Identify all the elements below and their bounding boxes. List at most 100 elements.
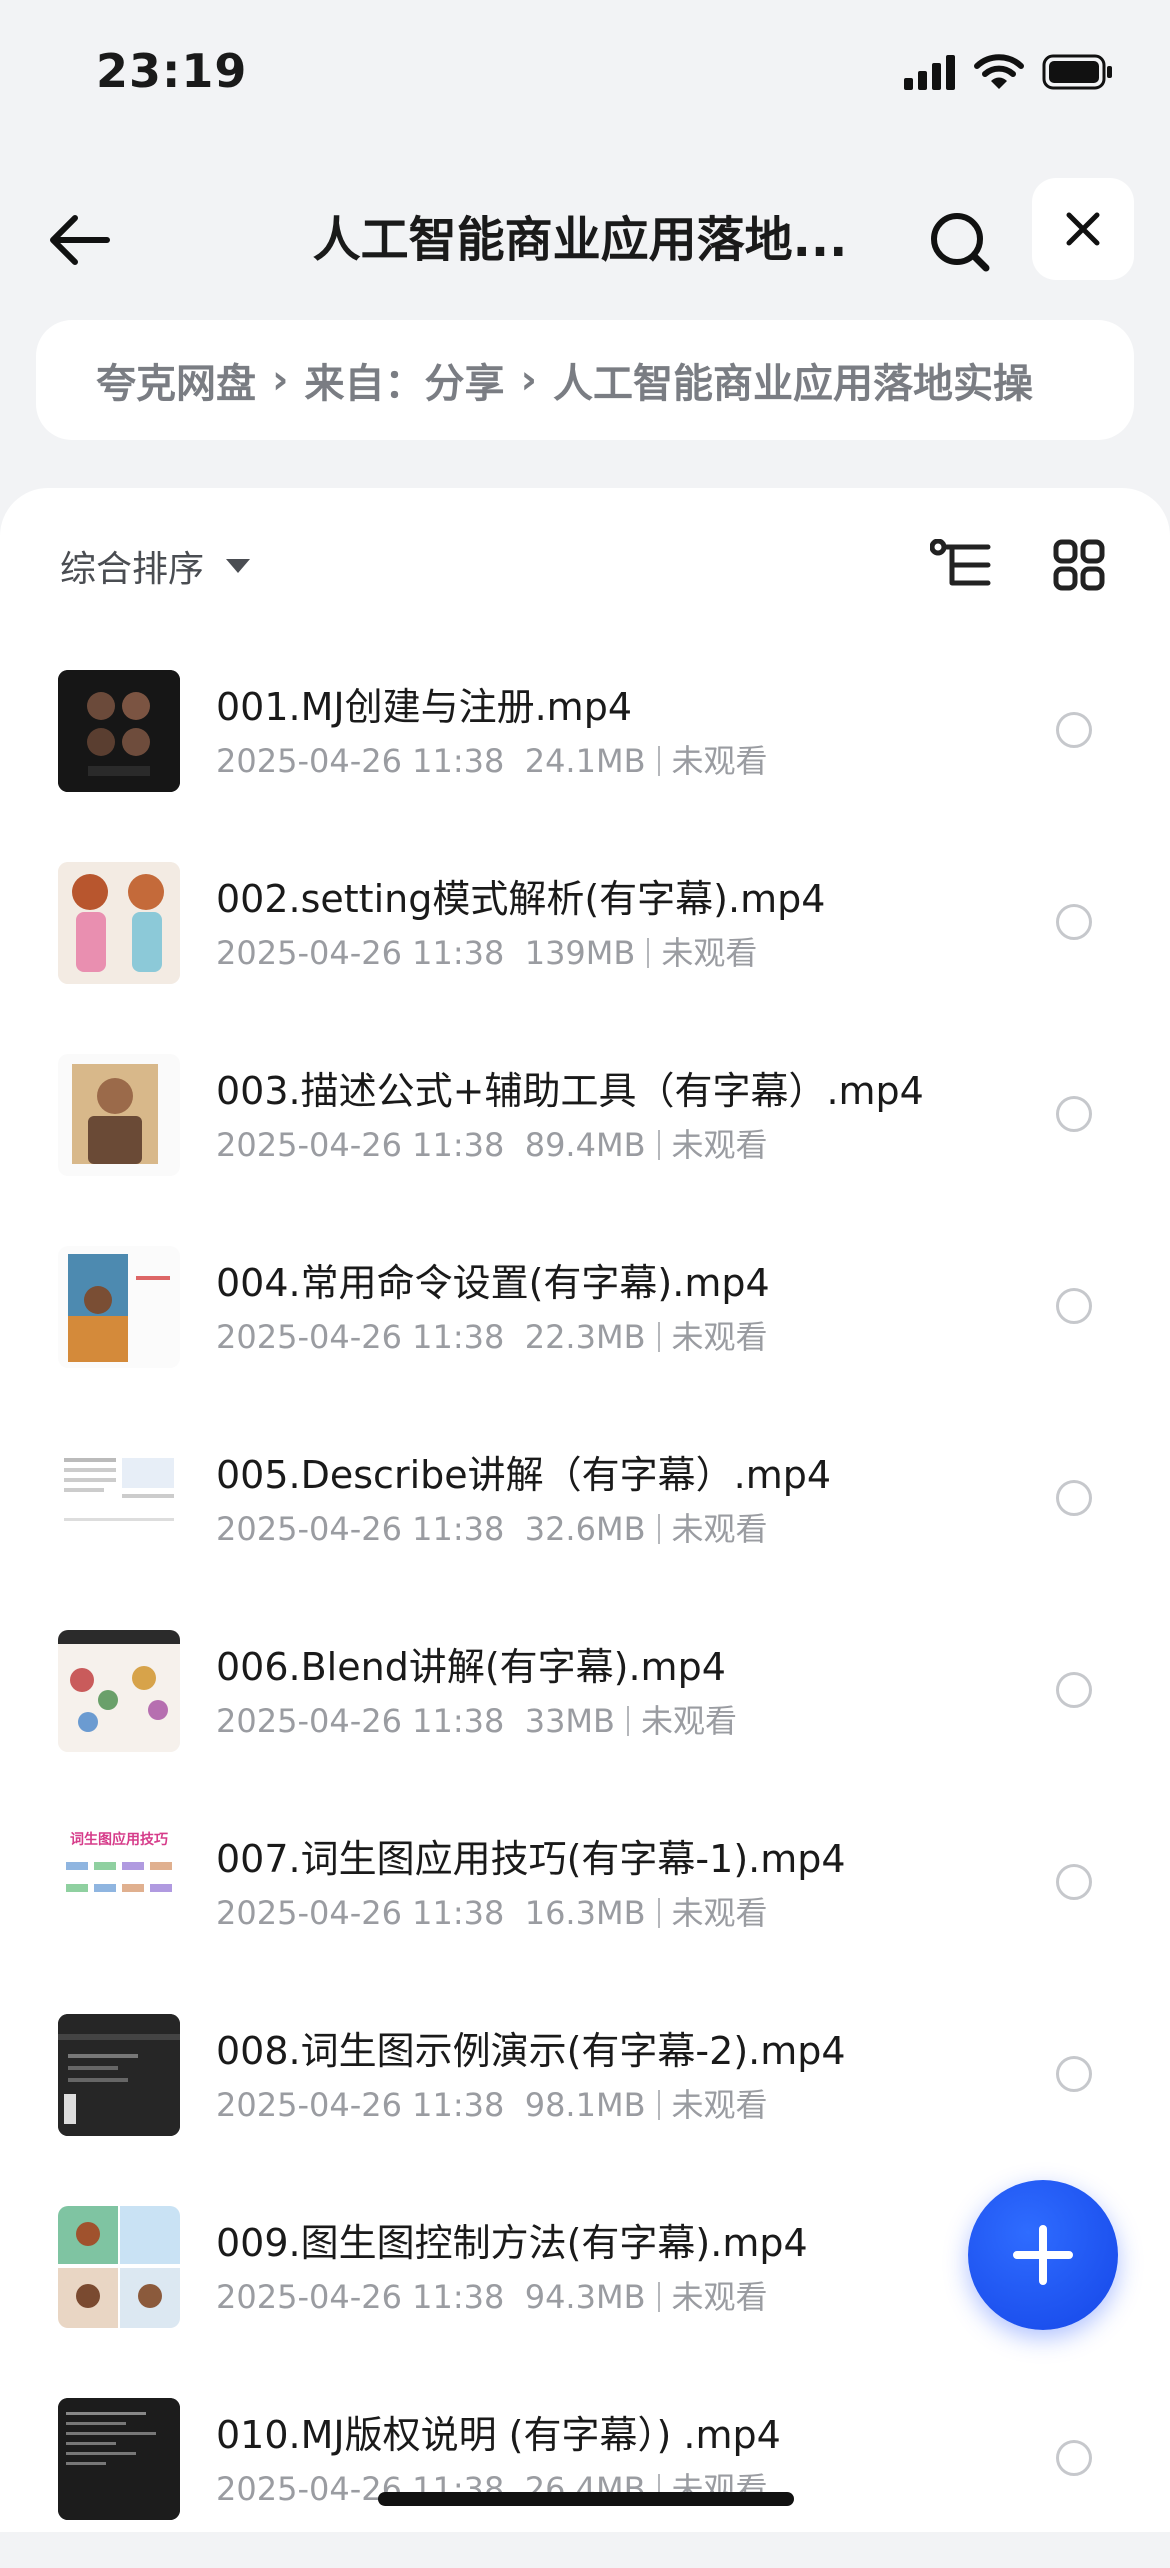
meta-divider xyxy=(647,938,650,968)
watch-status: 未观看 xyxy=(671,2278,768,2316)
file-date: 2025-04-26 11:38 xyxy=(216,1702,505,1740)
watch-status: 未观看 xyxy=(661,934,758,972)
close-button[interactable] xyxy=(1032,178,1134,280)
thumbnail-image xyxy=(58,1246,180,1368)
caret-down-icon xyxy=(226,559,251,573)
status-icons xyxy=(904,50,1114,94)
nav-bar: 人工智能商业应用落地... xyxy=(0,160,1170,310)
file-meta: 2025-04-26 11:38 32.6MB 未观看 xyxy=(216,1504,768,1550)
back-button[interactable] xyxy=(40,200,120,280)
thumbnail-image: 词生图应用技巧 xyxy=(58,1822,180,1944)
meta-divider xyxy=(657,746,660,776)
video-thumbnail xyxy=(58,2398,180,2520)
thumbnail-image xyxy=(58,2398,180,2520)
chevron-right-icon: › xyxy=(272,357,289,403)
watch-status: 未观看 xyxy=(671,742,768,780)
file-meta: 2025-04-26 11:38 94.3MB 未观看 xyxy=(216,2272,768,2318)
file-meta: 2025-04-26 11:38 16.3MB 未观看 xyxy=(216,1888,768,1934)
file-row[interactable]: 008.词生图示例演示(有字幕-2).mp4 2025-04-26 11:38 … xyxy=(0,1992,1170,2184)
battery-icon xyxy=(1042,54,1112,90)
video-thumbnail xyxy=(58,2206,180,2328)
watch-status: 未观看 xyxy=(671,1894,768,1932)
file-name: 002.setting模式解析(有字幕).mp4 xyxy=(216,877,826,921)
file-meta: 2025-04-26 11:38 98.1MB 未观看 xyxy=(216,2080,768,2126)
file-date: 2025-04-26 11:38 xyxy=(216,1318,505,1356)
file-row[interactable]: 002.setting模式解析(有字幕).mp4 2025-04-26 11:3… xyxy=(0,840,1170,1032)
file-name: 004.常用命令设置(有字幕).mp4 xyxy=(216,1261,770,1305)
file-name: 001.MJ创建与注册.mp4 xyxy=(216,685,632,729)
home-indicator[interactable] xyxy=(378,2492,794,2506)
breadcrumb-item-share[interactable]: 来自：分享 xyxy=(304,351,504,409)
add-button[interactable] xyxy=(968,2180,1118,2330)
file-meta: 2025-04-26 11:38 89.4MB 未观看 xyxy=(216,1120,768,1166)
select-radio[interactable] xyxy=(1056,2440,1092,2476)
grid-view-button[interactable] xyxy=(1042,528,1116,602)
file-size: 94.3MB xyxy=(524,2278,646,2316)
video-thumbnail xyxy=(58,1246,180,1368)
meta-divider xyxy=(626,1706,629,1736)
file-date: 2025-04-26 11:38 xyxy=(216,1510,505,1548)
meta-divider xyxy=(657,2090,660,2120)
thumbnail-image xyxy=(58,1438,180,1560)
video-thumbnail xyxy=(58,1438,180,1560)
thumbnail-image xyxy=(58,1054,180,1176)
select-radio[interactable] xyxy=(1056,1288,1092,1324)
file-row[interactable]: 003.描述公式+辅助工具（有字幕）.mp4 2025-04-26 11:38 … xyxy=(0,1032,1170,1224)
watch-status: 未观看 xyxy=(640,1702,737,1740)
video-thumbnail xyxy=(58,2014,180,2136)
file-size: 98.1MB xyxy=(524,2086,646,2124)
video-thumbnail: 词生图应用技巧 xyxy=(58,1822,180,1944)
video-thumbnail xyxy=(58,1630,180,1752)
file-size: 33MB xyxy=(524,1702,615,1740)
file-date: 2025-04-26 11:38 xyxy=(216,2086,505,2124)
select-radio[interactable] xyxy=(1056,1672,1092,1708)
plus-icon xyxy=(1013,2225,1073,2285)
file-date: 2025-04-26 11:38 xyxy=(216,1126,505,1164)
select-radio[interactable] xyxy=(1056,2056,1092,2092)
file-size: 24.1MB xyxy=(524,742,646,780)
file-size: 139MB xyxy=(524,934,636,972)
arrow-left-icon xyxy=(50,215,110,265)
search-icon xyxy=(931,213,990,272)
breadcrumb-item-root[interactable]: 夸克网盘 xyxy=(96,351,256,409)
sort-dropdown[interactable]: 综合排序 xyxy=(60,536,251,596)
file-row[interactable]: 词生图应用技巧 007.词生图应用技巧(有字幕-1).mp4 2025-04-2… xyxy=(0,1800,1170,1992)
file-size: 22.3MB xyxy=(524,1318,646,1356)
select-radio[interactable] xyxy=(1056,1864,1092,1900)
video-thumbnail xyxy=(58,670,180,792)
file-row[interactable]: 004.常用命令设置(有字幕).mp4 2025-04-26 11:38 22.… xyxy=(0,1224,1170,1416)
file-meta: 2025-04-26 11:38 139MB 未观看 xyxy=(216,928,757,974)
file-size: 32.6MB xyxy=(524,1510,646,1548)
video-thumbnail xyxy=(58,862,180,984)
file-date: 2025-04-26 11:38 xyxy=(216,934,505,972)
tree-view-button[interactable] xyxy=(924,528,998,602)
status-time: 23:19 xyxy=(96,44,248,98)
thumbnail-caption: 词生图应用技巧 xyxy=(70,1831,168,1848)
file-meta: 2025-04-26 11:38 24.1MB 未观看 xyxy=(216,736,768,782)
file-date: 2025-04-26 11:38 xyxy=(216,742,505,780)
thumbnail-image xyxy=(58,862,180,984)
select-radio[interactable] xyxy=(1056,904,1092,940)
thumbnail-image xyxy=(58,2014,180,2136)
file-name: 009.图生图控制方法(有字幕).mp4 xyxy=(216,2221,808,2265)
watch-status: 未观看 xyxy=(671,1318,768,1356)
file-row[interactable]: 005.Describe讲解（有字幕）.mp4 2025-04-26 11:38… xyxy=(0,1416,1170,1608)
file-name: 005.Describe讲解（有字幕）.mp4 xyxy=(216,1453,832,1497)
select-radio[interactable] xyxy=(1056,1096,1092,1132)
file-row[interactable]: 001.MJ创建与注册.mp4 2025-04-26 11:38 24.1MB 未… xyxy=(0,648,1170,840)
select-radio[interactable] xyxy=(1056,1480,1092,1516)
watch-status: 未观看 xyxy=(671,2086,768,2124)
sort-label: 综合排序 xyxy=(60,549,205,590)
file-size: 89.4MB xyxy=(524,1126,646,1164)
file-meta: 2025-04-26 11:38 22.3MB 未观看 xyxy=(216,1312,768,1358)
file-name: 006.Blend讲解(有字幕).mp4 xyxy=(216,1645,726,1689)
file-size: 16.3MB xyxy=(524,1894,646,1932)
chevron-right-icon: › xyxy=(520,357,537,403)
search-button[interactable] xyxy=(918,200,1002,284)
select-radio[interactable] xyxy=(1056,712,1092,748)
grid-icon xyxy=(1053,539,1105,591)
breadcrumb-item-current[interactable]: 人工智能商业应用落地实操 xyxy=(553,351,1033,409)
file-row[interactable]: 010.MJ版权说明 (有字幕）) .mp4 2025-04-26 11:38 … xyxy=(0,2376,1170,2568)
file-date: 2025-04-26 11:38 xyxy=(216,2278,505,2316)
file-row[interactable]: 006.Blend讲解(有字幕).mp4 2025-04-26 11:38 33… xyxy=(0,1608,1170,1800)
